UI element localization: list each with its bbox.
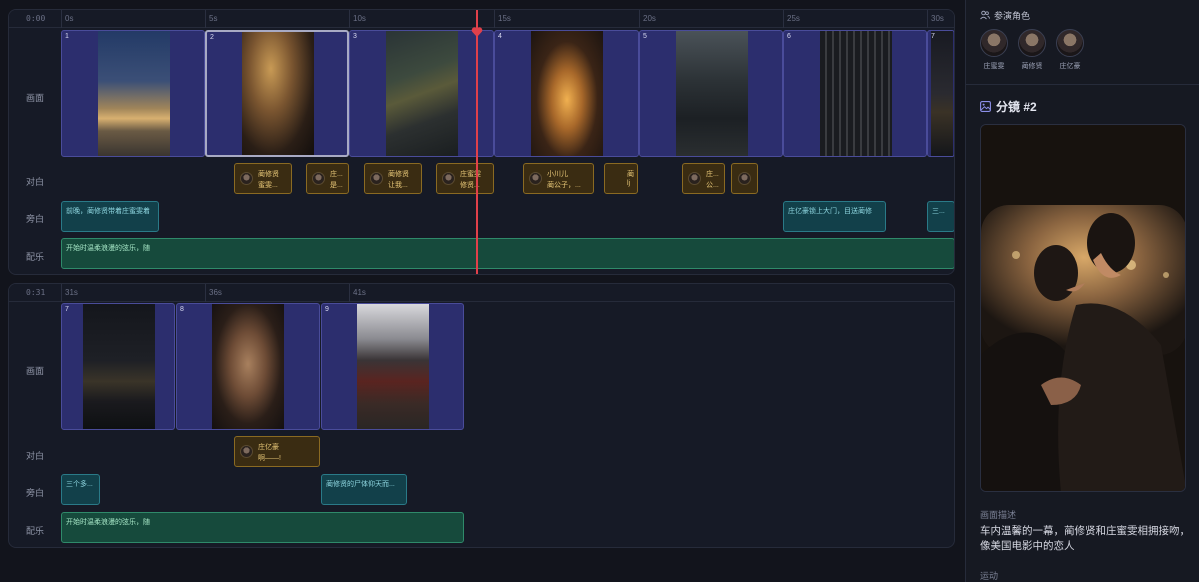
kiss-scene-image <box>981 125 1185 491</box>
storyboard-editor: 0:00 0s 5s 10s 15s 20s 25s 30s 画面 对白 旁白 … <box>0 0 1199 582</box>
divider <box>966 84 1199 85</box>
avatar <box>1056 29 1084 57</box>
avatar <box>442 172 455 185</box>
actor-card[interactable]: 庄亿豪 <box>1050 29 1090 71</box>
motion-label: 运动 <box>980 571 999 581</box>
music-clip[interactable]: 开始时温柔浪漫的弦乐，随 <box>61 238 954 269</box>
timecode: 0:31 <box>26 288 46 297</box>
dialogue-clip[interactable]: 小川儿 蔺公子，... <box>523 163 594 194</box>
timeline-row-1: 0:00 0s 5s 10s 15s 20s 25s 30s 画面 对白 旁白 … <box>8 9 955 275</box>
ruler-tick: 30s <box>927 10 944 28</box>
actor-card[interactable]: 庄蜜雯 <box>974 29 1014 71</box>
ruler-tick: 41s <box>349 284 366 302</box>
ruler-tick: 15s <box>494 10 511 28</box>
shot-clip-selected[interactable]: 2 <box>205 30 349 157</box>
shot-thumbnail <box>83 304 155 429</box>
avatar <box>240 445 253 458</box>
shot-clip[interactable]: 7 <box>927 30 954 157</box>
shot-clip[interactable]: 9 <box>321 303 464 430</box>
avatar <box>370 172 383 185</box>
dialogue-clip[interactable] <box>731 163 758 194</box>
description-value[interactable]: 车内温馨的一幕，蔺修贤和庄蜜雯相拥接吻，像美国电影中的恋人 <box>980 524 1194 554</box>
avatar <box>738 172 751 185</box>
shot-thumbnail <box>676 31 748 156</box>
shot-title: 分镜 #2 <box>980 98 1037 115</box>
shot-thumbnail <box>357 304 429 429</box>
shot-thumbnail <box>386 31 458 156</box>
shot-clip[interactable]: 1 <box>61 30 205 157</box>
shot-clip[interactable]: 5 <box>639 30 783 157</box>
avatar <box>529 172 542 185</box>
track-label-narration: 旁白 <box>25 214 44 224</box>
shot-thumbnail <box>242 32 314 155</box>
dialogue-clip[interactable]: 庄... 公... <box>682 163 725 194</box>
dialogue-clip[interactable]: 庄蜜雯 修贤... <box>436 163 494 194</box>
track-label-dialogue: 对白 <box>25 451 44 461</box>
shot-thumbnail <box>931 31 953 156</box>
ruler-tick: 20s <box>639 10 656 28</box>
actor-card[interactable]: 蔺修贤 <box>1012 29 1052 71</box>
users-icon <box>980 10 991 20</box>
dialogue-clip[interactable]: 蔺 lj <box>604 163 638 194</box>
dialogue-clip[interactable]: 庄... 是... <box>306 163 349 194</box>
playhead[interactable] <box>476 10 478 274</box>
avatar <box>980 29 1008 57</box>
dialogue-clip[interactable]: 庄亿豪 啊——! <box>234 436 320 467</box>
track-label-video: 画面 <box>25 93 44 103</box>
track-label-music: 配乐 <box>25 526 44 536</box>
avatar <box>240 172 253 185</box>
narration-clip[interactable]: 三... <box>927 201 954 232</box>
avatar <box>688 172 701 185</box>
dialogue-clip[interactable]: 蔺修贤 蜜雯... <box>234 163 292 194</box>
ruler-tick: 31s <box>61 284 78 302</box>
shot-clip[interactable]: 4 <box>494 30 639 157</box>
shot-preview-image <box>980 124 1186 492</box>
track-label-dialogue: 对白 <box>25 177 44 187</box>
ruler-tick: 0s <box>61 10 73 28</box>
avatar <box>312 172 325 185</box>
description-label: 画面描述 <box>980 510 1017 520</box>
narration-clip[interactable]: 庄亿豪锁上大门，目送蔺修 <box>783 201 886 232</box>
shot-thumbnail <box>820 31 892 156</box>
ruler-tick: 5s <box>205 10 217 28</box>
shot-clip[interactable]: 3 <box>349 30 494 157</box>
time-ruler[interactable]: 0:31 31s 36s 41s <box>9 284 954 302</box>
ruler-tick: 25s <box>783 10 800 28</box>
shot-details-sidebar: 参演角色 庄蜜雯 蔺修贤 庄亿豪 分镜 #2 画面描述 车内温馨的一幕，蔺修贤和… <box>965 0 1199 582</box>
shot-thumbnail <box>98 31 170 156</box>
music-clip[interactable]: 开始时温柔浪漫的弦乐，随 <box>61 512 464 543</box>
shot-thumbnail <box>212 304 284 429</box>
track-label-narration: 旁白 <box>25 488 44 498</box>
playhead-heart-icon[interactable] <box>471 26 483 38</box>
narration-clip[interactable]: 三个多... <box>61 474 100 505</box>
track-label-music: 配乐 <box>25 252 44 262</box>
ruler-tick: 10s <box>349 10 366 28</box>
narration-clip[interactable]: 蔺修贤的尸体仰天而... <box>321 474 407 505</box>
image-icon <box>980 101 991 112</box>
avatar <box>1018 29 1046 57</box>
shot-clip[interactable]: 6 <box>783 30 927 157</box>
shot-thumbnail <box>531 31 603 156</box>
narration-clip[interactable]: 前晚，蔺修贤带着庄蜜雯着 <box>61 201 159 232</box>
shot-clip[interactable]: 7 <box>61 303 175 430</box>
dialogue-clip[interactable]: 蔺修贤 让我... <box>364 163 422 194</box>
shot-clip[interactable]: 8 <box>176 303 320 430</box>
timecode: 0:00 <box>26 14 46 23</box>
ruler-tick: 36s <box>205 284 222 302</box>
track-label-video: 画面 <box>25 366 44 376</box>
cast-section-title: 参演角色 <box>980 9 1030 22</box>
timeline-row-2: 0:31 31s 36s 41s 画面 对白 旁白 配乐 7 8 9 庄亿豪 啊… <box>8 283 955 548</box>
